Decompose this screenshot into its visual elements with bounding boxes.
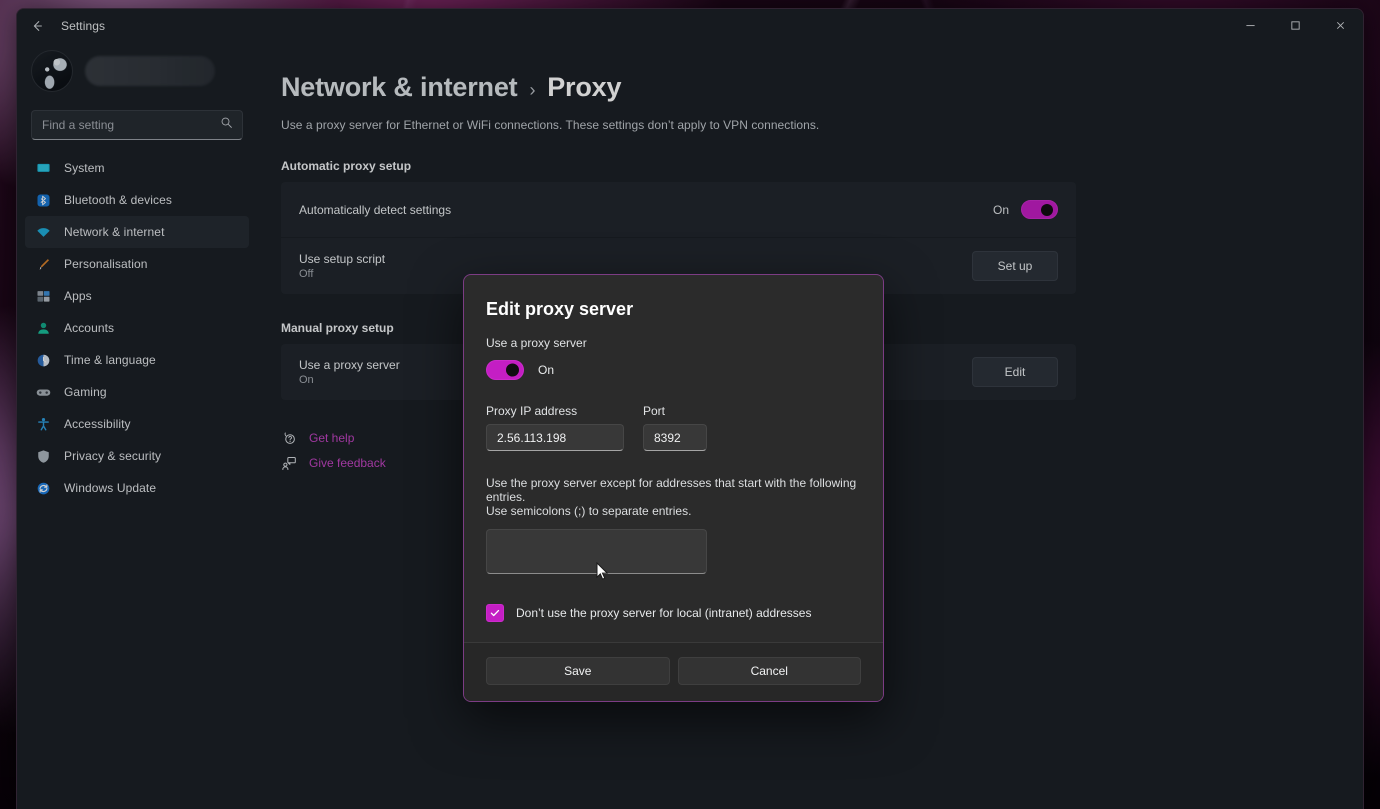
dialog-title: Edit proxy server xyxy=(486,299,861,320)
use-proxy-server-toggle[interactable] xyxy=(486,360,524,380)
exceptions-description-line1: Use the proxy server except for addresse… xyxy=(486,476,861,504)
proxy-port-label: Port xyxy=(643,404,707,418)
bypass-local-addresses-label: Don’t use the proxy server for local (in… xyxy=(516,606,811,620)
exceptions-description: Use the proxy server except for addresse… xyxy=(486,476,861,518)
dialog-content: Edit proxy server Use a proxy server On … xyxy=(464,275,883,642)
exceptions-description-line2: Use semicolons (;) to separate entries. xyxy=(486,504,861,518)
use-proxy-toggle-state: On xyxy=(538,363,554,377)
proxy-ip-field: Proxy IP address xyxy=(486,404,624,451)
cancel-button[interactable]: Cancel xyxy=(678,657,862,685)
proxy-port-input[interactable] xyxy=(643,424,707,451)
save-button[interactable]: Save xyxy=(486,657,670,685)
exceptions-input[interactable] xyxy=(486,529,707,574)
use-proxy-toggle-row: On xyxy=(486,360,861,380)
toggle-knob xyxy=(506,364,519,377)
bypass-local-addresses-checkbox[interactable] xyxy=(486,604,504,622)
proxy-ip-label: Proxy IP address xyxy=(486,404,624,418)
use-proxy-server-label: Use a proxy server xyxy=(486,336,861,350)
bypass-local-addresses-row[interactable]: Don’t use the proxy server for local (in… xyxy=(486,604,861,622)
proxy-ip-input[interactable] xyxy=(486,424,624,451)
desktop: Settings xyxy=(0,0,1380,809)
proxy-port-field: Port xyxy=(643,404,707,451)
proxy-fields-row: Proxy IP address Port xyxy=(486,404,861,451)
edit-proxy-server-dialog: Edit proxy server Use a proxy server On … xyxy=(463,274,884,702)
dialog-footer: Save Cancel xyxy=(464,642,883,701)
